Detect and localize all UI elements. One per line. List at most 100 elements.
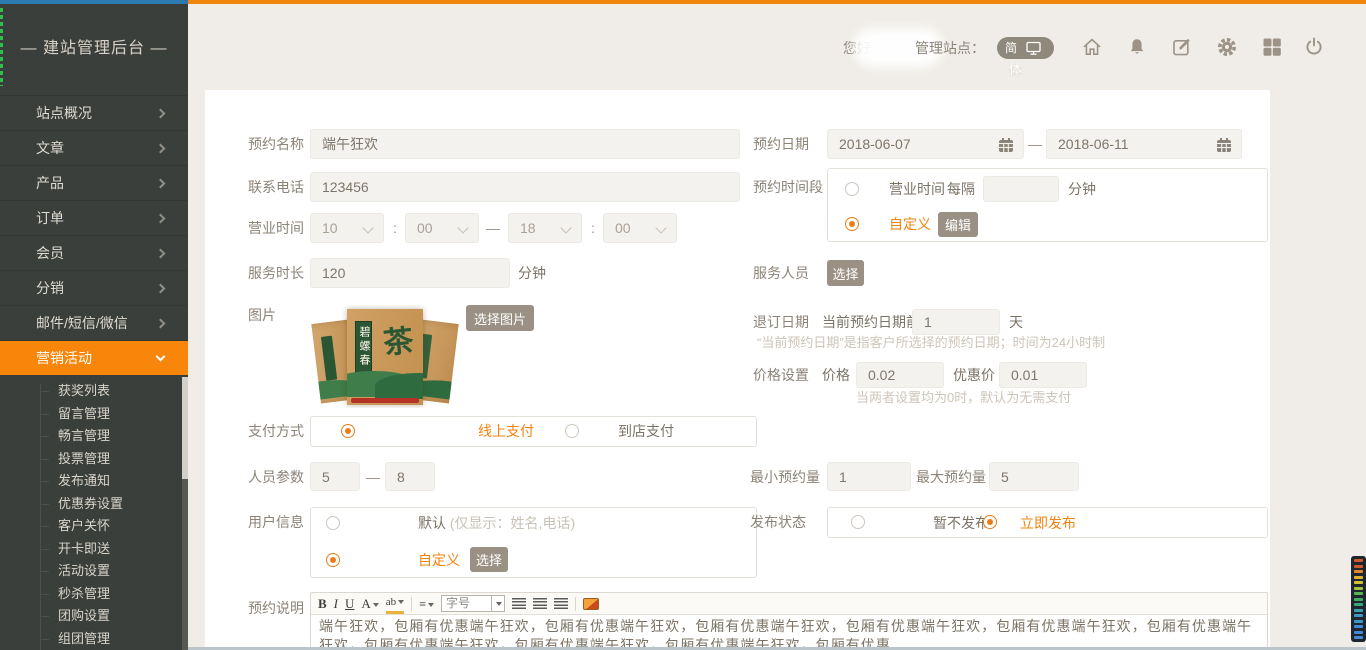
- red-band: [351, 398, 419, 403]
- italic-button[interactable]: I: [334, 595, 338, 613]
- font-color-button[interactable]: A: [361, 595, 378, 613]
- sidebar-item-members[interactable]: 会员: [0, 235, 188, 270]
- sidebar-subitem-notices[interactable]: 发布通知: [0, 470, 188, 493]
- time-slot-business-radio[interactable]: [845, 182, 859, 196]
- bold-button[interactable]: B: [318, 595, 327, 613]
- gear-icon[interactable]: [1216, 36, 1238, 58]
- align-left-button[interactable]: [512, 598, 526, 609]
- sidebar-subitem-card-gift[interactable]: 开卡即送: [0, 538, 188, 561]
- custom-option-label[interactable]: 自定义: [889, 209, 931, 239]
- sidebar-item-site-overview[interactable]: 站点概况: [0, 95, 188, 130]
- price-note: 当两者设置均为0时，默认为无需支付: [856, 386, 1071, 410]
- hour-from-select[interactable]: 10: [310, 213, 384, 243]
- sidebar-scrollbar-thumb[interactable]: [182, 377, 188, 479]
- interval-minutes-input[interactable]: [983, 176, 1059, 202]
- align-justify-button[interactable]: [554, 598, 568, 609]
- field-label: 服务人员: [753, 258, 809, 288]
- sidebar-item-products[interactable]: 产品: [0, 165, 188, 200]
- sidebar-subitem-activity-settings[interactable]: 活动设置: [0, 560, 188, 583]
- range-dash: —: [364, 462, 382, 492]
- discount-input[interactable]: 0.01: [999, 362, 1087, 388]
- sidebar-subitem-changyan[interactable]: 畅言管理: [0, 425, 188, 448]
- min-booking-input[interactable]: 1: [827, 462, 911, 491]
- staff-select-button[interactable]: 选择: [827, 260, 864, 286]
- phone-input[interactable]: 123456: [310, 172, 740, 202]
- sidebar-subitem-group-join[interactable]: 组团管理: [0, 628, 188, 650]
- chevron-right-icon: [156, 284, 166, 294]
- field-label: 最小预约量: [750, 462, 820, 492]
- sidebar-subitem-coupons[interactable]: 优惠券设置: [0, 493, 188, 516]
- language-char-bottom: 体: [1009, 59, 1022, 78]
- max-booking-input[interactable]: 5: [989, 462, 1079, 491]
- user-default-label[interactable]: 默认 (仅显示：姓名,电话): [418, 508, 575, 538]
- calendar-icon[interactable]: [997, 136, 1015, 154]
- bell-icon[interactable]: [1126, 36, 1148, 58]
- sidebar-item-mail-sms-wechat[interactable]: 邮件/短信/微信: [0, 305, 188, 340]
- field-label: 支付方式: [248, 416, 304, 446]
- power-icon[interactable]: [1303, 36, 1325, 58]
- user-custom-radio[interactable]: [326, 553, 340, 567]
- sidebar-subitem-messages[interactable]: 留言管理: [0, 403, 188, 426]
- hour-to-select[interactable]: 18: [508, 213, 582, 243]
- language-switcher[interactable]: 简: [997, 37, 1054, 59]
- field-label: 联系电话: [248, 172, 304, 202]
- pay-offline-label[interactable]: 到店支付: [618, 416, 674, 446]
- publish-now-label[interactable]: 立即发布: [1020, 508, 1076, 538]
- sidebar-subitem-group-buy[interactable]: 团购设置: [0, 605, 188, 628]
- apps-grid-icon[interactable]: [1261, 36, 1283, 58]
- equalizer-widget: [1351, 556, 1366, 642]
- line-height-button[interactable]: ≡: [419, 595, 434, 613]
- sidebar-item-marketing[interactable]: 营销活动: [0, 340, 188, 375]
- sidebar-item-distribution[interactable]: 分销: [0, 270, 188, 305]
- compose-icon[interactable]: [1171, 36, 1193, 58]
- sidebar-item-orders[interactable]: 订单: [0, 200, 188, 235]
- caret-down-icon: [373, 603, 379, 607]
- sidebar-subitem-awards[interactable]: 获奖列表: [0, 380, 188, 403]
- chevron-right-icon: [156, 109, 166, 119]
- editor-toolbar: B I U A ab ≡ 字号: [311, 593, 1267, 615]
- booking-name-input[interactable]: 端午狂欢: [310, 129, 740, 159]
- sidebar-subitem-votes[interactable]: 投票管理: [0, 448, 188, 471]
- date-to-input[interactable]: 2018-06-11: [1046, 129, 1242, 159]
- time-slot-custom-radio[interactable]: [845, 217, 859, 231]
- home-icon[interactable]: [1081, 36, 1103, 58]
- option-label: 营业时间: [889, 174, 945, 204]
- sidebar-subitem-customer-care[interactable]: 客户关怀: [0, 515, 188, 538]
- publish-now-radio[interactable]: [983, 515, 997, 529]
- field-label: 预约名称: [248, 129, 304, 159]
- user-default-radio[interactable]: [326, 516, 340, 530]
- chevron-right-icon: [156, 179, 166, 189]
- font-size-select[interactable]: 字号: [441, 595, 505, 612]
- sidebar-subitem-flash-sale[interactable]: 秒杀管理: [0, 583, 188, 606]
- field-label: 价格设置: [753, 360, 809, 390]
- people-min-input[interactable]: 5: [310, 462, 360, 491]
- toolbar-separator: [411, 597, 412, 611]
- field-label: 预约日期: [753, 129, 809, 159]
- choose-image-button[interactable]: 选择图片: [466, 305, 534, 331]
- publish-later-label[interactable]: 暂不发布: [933, 508, 989, 538]
- user-default-note: (仅显示：姓名,电话): [450, 515, 575, 531]
- edit-button[interactable]: 编辑: [938, 212, 978, 237]
- price-input[interactable]: 0.02: [856, 362, 944, 388]
- minute-to-select[interactable]: 00: [603, 213, 677, 243]
- tea-character: 茶: [381, 316, 415, 363]
- minute-from-select[interactable]: 00: [405, 213, 479, 243]
- sidebar-item-articles[interactable]: 文章: [0, 130, 188, 165]
- date-from-input[interactable]: 2018-06-07: [827, 129, 1024, 159]
- underline-button[interactable]: U: [345, 595, 354, 613]
- highlight-button[interactable]: ab: [386, 593, 404, 614]
- editor-content[interactable]: 端午狂欢，包厢有优惠端午狂欢，包厢有优惠端午狂欢，包厢有优惠端午狂欢，包厢有优惠…: [311, 615, 1267, 650]
- calendar-icon[interactable]: [1215, 136, 1233, 154]
- field-label: 人员参数: [248, 462, 304, 492]
- user-custom-label[interactable]: 自定义: [418, 545, 460, 575]
- pay-offline-radio[interactable]: [565, 424, 579, 438]
- pay-online-radio[interactable]: [341, 424, 355, 438]
- align-center-button[interactable]: [533, 598, 547, 609]
- user-select-button[interactable]: 选择: [470, 547, 508, 572]
- people-max-input[interactable]: 8: [385, 462, 435, 491]
- publish-later-radio[interactable]: [851, 515, 865, 529]
- pay-online-label[interactable]: 线上支付: [478, 416, 534, 446]
- duration-input[interactable]: 120: [310, 258, 510, 288]
- field-label: 发布状态: [750, 507, 806, 537]
- insert-image-button[interactable]: [583, 598, 599, 610]
